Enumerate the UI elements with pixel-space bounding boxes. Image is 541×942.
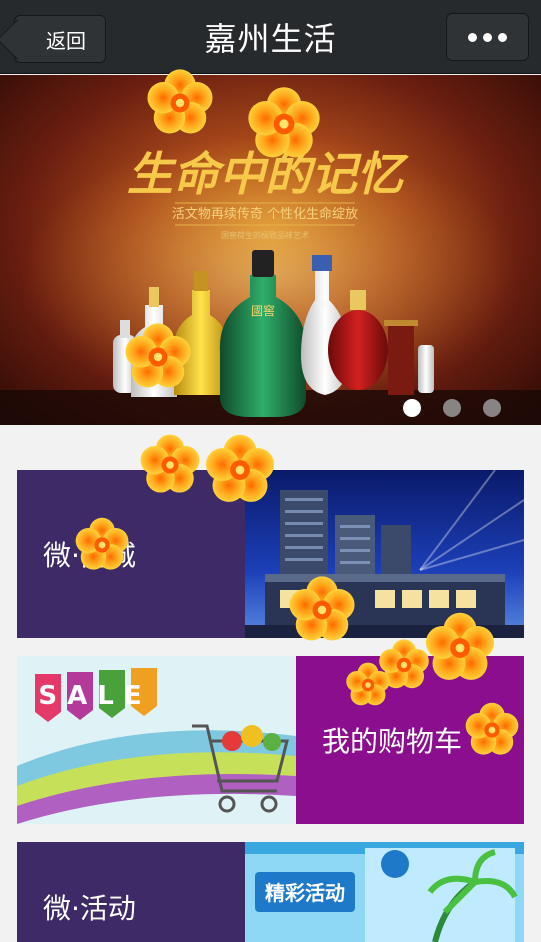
tile-label: 微·商城 bbox=[43, 539, 136, 572]
page-title: 嘉州生活 bbox=[204, 20, 337, 58]
banner-artwork: 生命中的记忆 活文物再续传奇 个性化生命绽放 国窖荷生的极致品味艺术 國窖 bbox=[0, 135, 541, 425]
more-dot-icon bbox=[483, 32, 492, 42]
activity-image-text: 精彩活动 bbox=[265, 881, 345, 905]
beach-activity-image: 精彩活动 bbox=[245, 842, 524, 942]
tile-micro-mall[interactable]: 微·商城 bbox=[17, 470, 524, 638]
carousel-dot-3[interactable] bbox=[483, 399, 501, 417]
more-options-button[interactable] bbox=[446, 13, 529, 61]
more-dot-icon bbox=[468, 32, 477, 42]
navigation-bar: 返回 嘉州生活 bbox=[0, 0, 541, 74]
banner-tagline: 活文物再续传奇 个性化生命绽放 bbox=[172, 206, 358, 222]
tile-shopping-cart[interactable]: SALE 我的购物车 bbox=[17, 656, 524, 824]
tile-label: 微·活动 bbox=[43, 892, 136, 925]
carousel-dot-2[interactable] bbox=[443, 399, 461, 417]
banner-headline: 生命中的记忆 bbox=[127, 147, 409, 201]
sale-text: SALE bbox=[38, 681, 151, 711]
carousel-indicators bbox=[403, 399, 501, 417]
carousel-dot-1[interactable] bbox=[403, 399, 421, 417]
bottle-label: 國窖 bbox=[251, 303, 275, 318]
back-button[interactable]: 返回 bbox=[14, 15, 106, 63]
more-dot-icon bbox=[498, 32, 507, 42]
mall-building-image bbox=[245, 470, 524, 638]
back-button-label: 返回 bbox=[46, 28, 86, 53]
tile-micro-activity[interactable]: 微·活动 精彩活动 bbox=[17, 842, 524, 942]
promo-banner[interactable]: 生命中的记忆 活文物再续传奇 个性化生命绽放 国窖荷生的极致品味艺术 國窖 bbox=[0, 75, 541, 425]
banner-subtagline: 国窖荷生的极致品味艺术 bbox=[221, 230, 309, 240]
tile-label: 我的购物车 bbox=[322, 725, 463, 758]
sale-cart-image: SALE bbox=[17, 656, 296, 824]
